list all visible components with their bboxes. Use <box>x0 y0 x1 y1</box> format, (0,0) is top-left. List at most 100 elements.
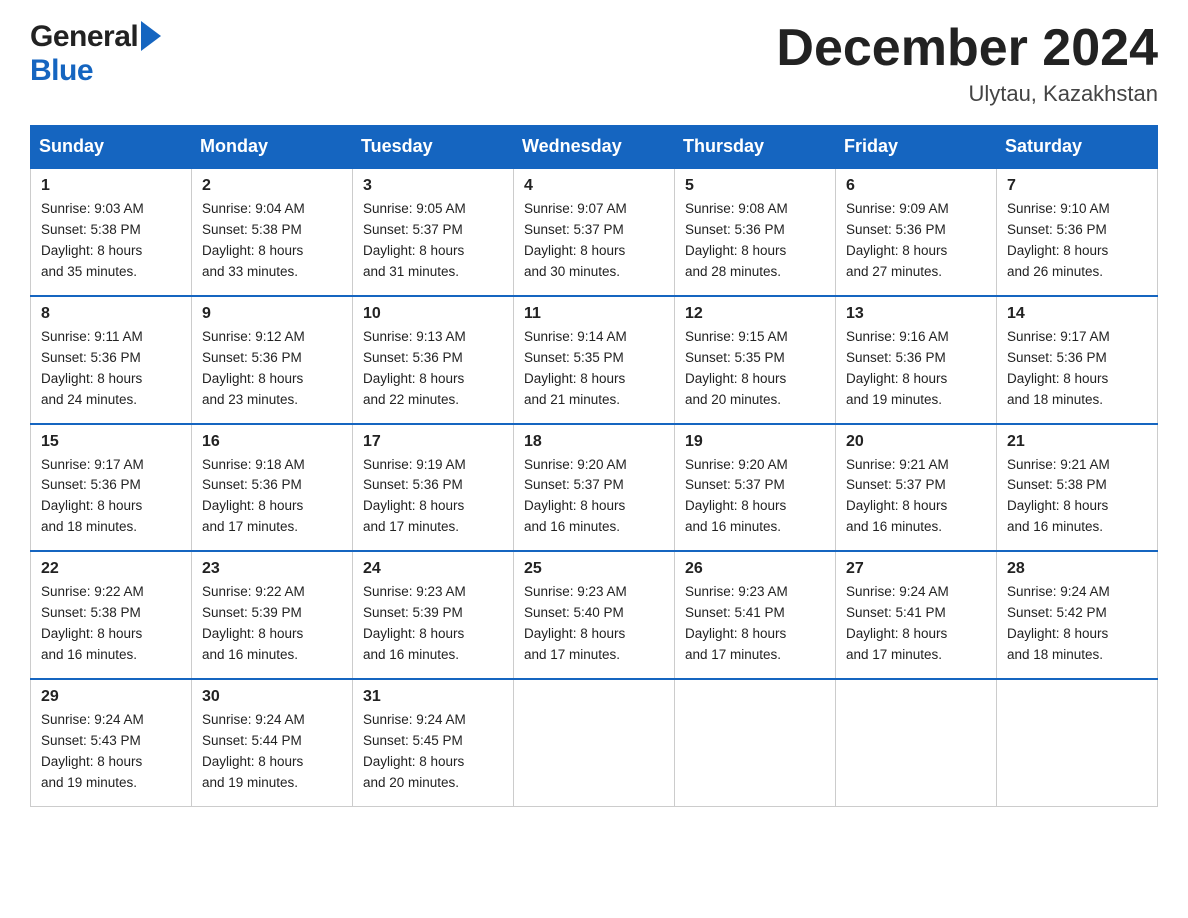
logo-blue-text: Blue <box>30 54 93 87</box>
calendar-cell: 31 Sunrise: 9:24 AMSunset: 5:45 PMDayligh… <box>353 679 514 806</box>
day-number: 25 <box>524 560 664 578</box>
day-number: 1 <box>41 177 181 195</box>
day-number: 12 <box>685 305 825 323</box>
day-number: 17 <box>363 433 503 451</box>
calendar-cell <box>675 679 836 806</box>
day-number: 21 <box>1007 433 1147 451</box>
day-number: 11 <box>524 305 664 323</box>
day-number: 24 <box>363 560 503 578</box>
header-thursday: Thursday <box>675 126 836 169</box>
header-tuesday: Tuesday <box>353 126 514 169</box>
day-number: 20 <box>846 433 986 451</box>
day-info: Sunrise: 9:20 AMSunset: 5:37 PMDaylight:… <box>685 455 825 539</box>
day-number: 14 <box>1007 305 1147 323</box>
calendar-cell: 6 Sunrise: 9:09 AMSunset: 5:36 PMDaylight… <box>836 168 997 296</box>
calendar-cell: 11 Sunrise: 9:14 AMSunset: 5:35 PMDayligh… <box>514 296 675 424</box>
calendar-table: SundayMondayTuesdayWednesdayThursdayFrid… <box>30 125 1158 806</box>
day-info: Sunrise: 9:05 AMSunset: 5:37 PMDaylight:… <box>363 199 503 283</box>
calendar-cell: 24 Sunrise: 9:23 AMSunset: 5:39 PMDayligh… <box>353 551 514 679</box>
day-info: Sunrise: 9:22 AMSunset: 5:39 PMDaylight:… <box>202 582 342 666</box>
day-number: 13 <box>846 305 986 323</box>
calendar-cell: 25 Sunrise: 9:23 AMSunset: 5:40 PMDayligh… <box>514 551 675 679</box>
calendar-cell <box>836 679 997 806</box>
day-number: 26 <box>685 560 825 578</box>
day-number: 28 <box>1007 560 1147 578</box>
calendar-cell: 9 Sunrise: 9:12 AMSunset: 5:36 PMDaylight… <box>192 296 353 424</box>
week-row-4: 22Sunrise: 9:22 AMSunset: 5:38 PMDayligh… <box>31 551 1158 679</box>
day-info: Sunrise: 9:14 AMSunset: 5:35 PMDaylight:… <box>524 327 664 411</box>
day-number: 23 <box>202 560 342 578</box>
day-info: Sunrise: 9:11 AMSunset: 5:36 PMDaylight:… <box>41 327 181 411</box>
day-number: 10 <box>363 305 503 323</box>
header-friday: Friday <box>836 126 997 169</box>
day-number: 6 <box>846 177 986 195</box>
calendar-cell: 15 Sunrise: 9:17 AMSunset: 5:36 PMDayligh… <box>31 424 192 552</box>
calendar-cell: 17 Sunrise: 9:19 AMSunset: 5:36 PMDayligh… <box>353 424 514 552</box>
day-info: Sunrise: 9:21 AMSunset: 5:37 PMDaylight:… <box>846 455 986 539</box>
day-info: Sunrise: 9:23 AMSunset: 5:41 PMDaylight:… <box>685 582 825 666</box>
calendar-cell: 13 Sunrise: 9:16 AMSunset: 5:36 PMDayligh… <box>836 296 997 424</box>
day-number: 3 <box>363 177 503 195</box>
title-block: December 2024 Ulytau, Kazakhstan <box>776 20 1158 107</box>
day-info: Sunrise: 9:15 AMSunset: 5:35 PMDaylight:… <box>685 327 825 411</box>
day-number: 15 <box>41 433 181 451</box>
calendar-cell: 21Sunrise: 9:21 AMSunset: 5:38 PMDayligh… <box>997 424 1158 552</box>
day-info: Sunrise: 9:09 AMSunset: 5:36 PMDaylight:… <box>846 199 986 283</box>
calendar-cell: 18 Sunrise: 9:20 AMSunset: 5:37 PMDayligh… <box>514 424 675 552</box>
calendar-cell: 26 Sunrise: 9:23 AMSunset: 5:41 PMDayligh… <box>675 551 836 679</box>
calendar-cell: 19 Sunrise: 9:20 AMSunset: 5:37 PMDayligh… <box>675 424 836 552</box>
day-number: 2 <box>202 177 342 195</box>
calendar-cell <box>997 679 1158 806</box>
header-sunday: Sunday <box>31 126 192 169</box>
day-info: Sunrise: 9:04 AMSunset: 5:38 PMDaylight:… <box>202 199 342 283</box>
day-info: Sunrise: 9:12 AMSunset: 5:36 PMDaylight:… <box>202 327 342 411</box>
day-number: 9 <box>202 305 342 323</box>
calendar-cell: 22Sunrise: 9:22 AMSunset: 5:38 PMDayligh… <box>31 551 192 679</box>
calendar-cell <box>514 679 675 806</box>
day-number: 31 <box>363 688 503 706</box>
calendar-cell: 1 Sunrise: 9:03 AMSunset: 5:38 PMDaylight… <box>31 168 192 296</box>
calendar-cell: 2 Sunrise: 9:04 AMSunset: 5:38 PMDaylight… <box>192 168 353 296</box>
calendar-cell: 28 Sunrise: 9:24 AMSunset: 5:42 PMDayligh… <box>997 551 1158 679</box>
day-info: Sunrise: 9:10 AMSunset: 5:36 PMDaylight:… <box>1007 199 1147 283</box>
logo: General Blue <box>30 20 161 88</box>
day-number: 18 <box>524 433 664 451</box>
day-number: 29 <box>41 688 181 706</box>
week-row-2: 8 Sunrise: 9:11 AMSunset: 5:36 PMDaylight… <box>31 296 1158 424</box>
calendar-cell: 10 Sunrise: 9:13 AMSunset: 5:36 PMDayligh… <box>353 296 514 424</box>
calendar-cell: 8 Sunrise: 9:11 AMSunset: 5:36 PMDaylight… <box>31 296 192 424</box>
day-info: Sunrise: 9:23 AMSunset: 5:39 PMDaylight:… <box>363 582 503 666</box>
days-header-row: SundayMondayTuesdayWednesdayThursdayFrid… <box>31 126 1158 169</box>
page-header: General Blue December 2024 Ulytau, Kazak… <box>30 20 1158 107</box>
day-info: Sunrise: 9:19 AMSunset: 5:36 PMDaylight:… <box>363 455 503 539</box>
day-info: Sunrise: 9:23 AMSunset: 5:40 PMDaylight:… <box>524 582 664 666</box>
day-number: 4 <box>524 177 664 195</box>
calendar-cell: 20 Sunrise: 9:21 AMSunset: 5:37 PMDayligh… <box>836 424 997 552</box>
day-info: Sunrise: 9:22 AMSunset: 5:38 PMDaylight:… <box>41 582 181 666</box>
day-info: Sunrise: 9:24 AMSunset: 5:45 PMDaylight:… <box>363 710 503 794</box>
day-info: Sunrise: 9:13 AMSunset: 5:36 PMDaylight:… <box>363 327 503 411</box>
calendar-cell: 5 Sunrise: 9:08 AMSunset: 5:36 PMDaylight… <box>675 168 836 296</box>
day-info: Sunrise: 9:07 AMSunset: 5:37 PMDaylight:… <box>524 199 664 283</box>
day-info: Sunrise: 9:24 AMSunset: 5:42 PMDaylight:… <box>1007 582 1147 666</box>
calendar-cell: 4 Sunrise: 9:07 AMSunset: 5:37 PMDaylight… <box>514 168 675 296</box>
day-info: Sunrise: 9:24 AMSunset: 5:41 PMDaylight:… <box>846 582 986 666</box>
week-row-3: 15 Sunrise: 9:17 AMSunset: 5:36 PMDayligh… <box>31 424 1158 552</box>
day-number: 5 <box>685 177 825 195</box>
header-saturday: Saturday <box>997 126 1158 169</box>
day-info: Sunrise: 9:17 AMSunset: 5:36 PMDaylight:… <box>41 455 181 539</box>
day-number: 30 <box>202 688 342 706</box>
day-info: Sunrise: 9:17 AMSunset: 5:36 PMDaylight:… <box>1007 327 1147 411</box>
day-info: Sunrise: 9:16 AMSunset: 5:36 PMDaylight:… <box>846 327 986 411</box>
day-info: Sunrise: 9:24 AMSunset: 5:43 PMDaylight:… <box>41 710 181 794</box>
day-info: Sunrise: 9:24 AMSunset: 5:44 PMDaylight:… <box>202 710 342 794</box>
day-info: Sunrise: 9:20 AMSunset: 5:37 PMDaylight:… <box>524 455 664 539</box>
day-number: 8 <box>41 305 181 323</box>
day-info: Sunrise: 9:03 AMSunset: 5:38 PMDaylight:… <box>41 199 181 283</box>
month-title: December 2024 <box>776 20 1158 77</box>
calendar-cell: 29 Sunrise: 9:24 AMSunset: 5:43 PMDayligh… <box>31 679 192 806</box>
day-number: 7 <box>1007 177 1147 195</box>
day-number: 19 <box>685 433 825 451</box>
calendar-cell: 16Sunrise: 9:18 AMSunset: 5:36 PMDayligh… <box>192 424 353 552</box>
day-info: Sunrise: 9:08 AMSunset: 5:36 PMDaylight:… <box>685 199 825 283</box>
